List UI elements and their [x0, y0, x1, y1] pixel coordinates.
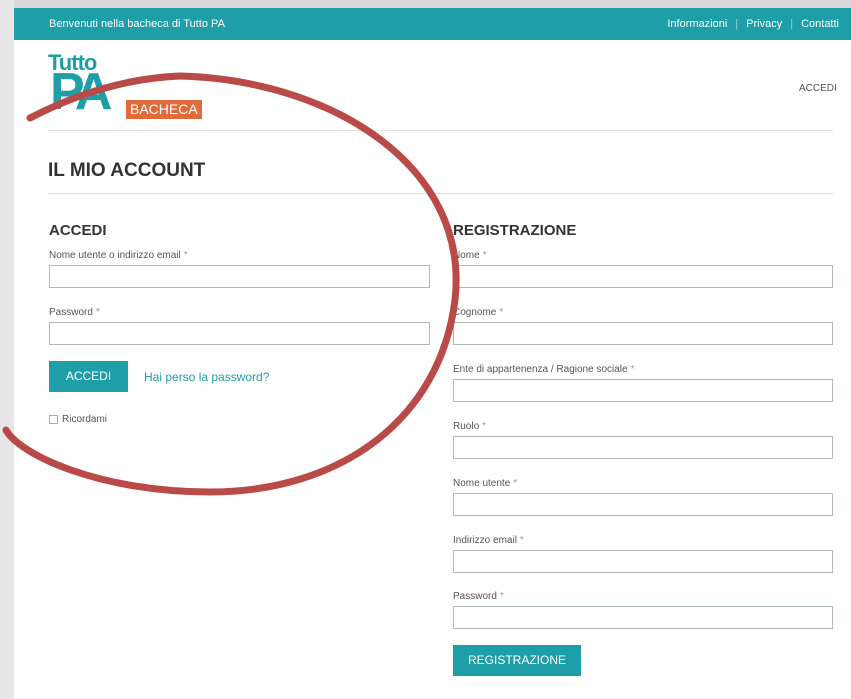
reg-label-username: Nome utente * — [453, 478, 517, 489]
register-section-title: REGISTRAZIONE — [453, 222, 577, 239]
login-section-title: ACCEDI — [49, 222, 107, 239]
reg-email-input[interactable] — [453, 550, 833, 573]
password-label: Password * — [49, 307, 100, 318]
logo-badge-bacheca: BACHECA — [126, 100, 202, 119]
password-label-text: Password — [49, 307, 93, 318]
required-mark: * — [95, 307, 100, 318]
window-frame-left — [0, 0, 14, 699]
reg-label-cognome: Cognome * — [453, 307, 503, 318]
reg-label-text: Password — [453, 591, 497, 602]
remember-checkbox[interactable] — [49, 415, 58, 424]
required-mark: * — [482, 421, 487, 432]
title-divider — [48, 193, 833, 194]
reg-ente-input[interactable] — [453, 379, 833, 402]
required-mark: * — [513, 478, 518, 489]
welcome-text: Benvenuti nella bacheca di Tutto PA — [49, 18, 225, 30]
required-mark: * — [630, 364, 635, 375]
lost-password-link[interactable]: Hai perso la password? — [144, 370, 269, 384]
required-mark: * — [183, 250, 188, 261]
reg-label-email: Indirizzo email * — [453, 535, 524, 546]
login-button[interactable]: ACCEDI — [49, 361, 128, 392]
register-button[interactable]: REGISTRAZIONE — [453, 645, 581, 676]
reg-label-ruolo: Ruolo * — [453, 421, 486, 432]
login-username-input[interactable] — [49, 265, 430, 288]
reg-label-text: Ruolo — [453, 421, 480, 432]
required-mark: * — [499, 307, 504, 318]
separator: | — [735, 18, 739, 30]
username-label-text: Nome utente o indirizzo email — [49, 250, 181, 261]
reg-label-text: Nome — [453, 250, 480, 261]
reg-label-nome: Nome * — [453, 250, 487, 261]
nav-login-link[interactable]: ACCEDI — [799, 83, 837, 94]
reg-label-ente: Ente di appartenenza / Ragione sociale * — [453, 364, 634, 375]
link-informazioni[interactable]: Informazioni — [667, 18, 727, 30]
username-label: Nome utente o indirizzo email * — [49, 250, 188, 261]
required-mark: * — [499, 591, 504, 602]
reg-label-text: Nome utente — [453, 478, 511, 489]
reg-label-text: Ente di appartenenza / Ragione sociale — [453, 364, 628, 375]
reg-username-input[interactable] — [453, 493, 833, 516]
reg-label-text: Cognome — [453, 307, 497, 318]
required-mark: * — [482, 250, 487, 261]
link-contatti[interactable]: Contatti — [801, 18, 839, 30]
reg-ruolo-input[interactable] — [453, 436, 833, 459]
top-links: Informazioni | Privacy | Contatti — [667, 18, 839, 30]
remember-label: Ricordami — [62, 414, 108, 425]
login-password-input[interactable] — [49, 322, 430, 345]
separator: | — [790, 18, 794, 30]
header-divider — [48, 130, 833, 131]
site-logo[interactable]: Tutto PA BACHECA — [48, 50, 208, 122]
page-title: IL MIO ACCOUNT — [48, 160, 206, 181]
reg-label-password: Password * — [453, 591, 504, 602]
link-privacy[interactable]: Privacy — [746, 18, 782, 30]
top-bar: Benvenuti nella bacheca di Tutto PA Info… — [14, 8, 851, 40]
reg-label-text: Indirizzo email — [453, 535, 517, 546]
reg-password-input[interactable] — [453, 606, 833, 629]
logo-text-pa: PA — [50, 63, 112, 121]
required-mark: * — [519, 535, 524, 546]
window-frame-top — [0, 0, 851, 8]
reg-nome-input[interactable] — [453, 265, 833, 288]
reg-cognome-input[interactable] — [453, 322, 833, 345]
